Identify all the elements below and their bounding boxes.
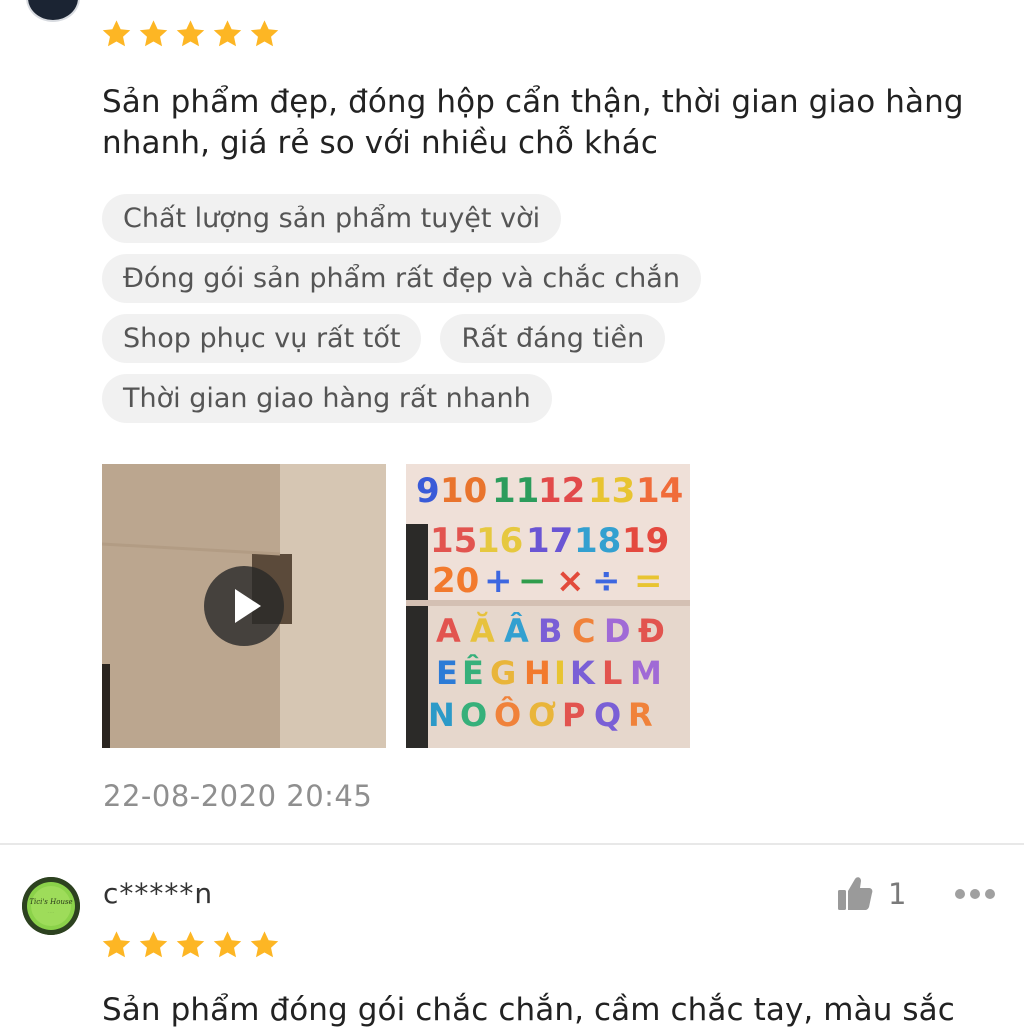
- svg-text:Â: Â: [504, 612, 529, 650]
- svg-text:÷: ÷: [592, 561, 621, 601]
- star-icon: [139, 20, 168, 47]
- review-text: Sản phẩm đẹp, đóng hộp cẩn thận, thời gi…: [102, 84, 964, 161]
- svg-text:R: R: [628, 696, 653, 734]
- star-icon: [102, 20, 131, 47]
- rating-stars: [100, 929, 281, 961]
- svg-text:17: 17: [526, 521, 573, 561]
- svg-text:E: E: [436, 654, 458, 692]
- rating-stars: [100, 18, 281, 50]
- svg-text:Đ: Đ: [638, 612, 665, 650]
- svg-text:Ơ: Ơ: [528, 696, 556, 734]
- star-icon: [213, 931, 242, 958]
- svg-text:· · · ·: · · · ·: [48, 910, 55, 914]
- svg-text:11: 11: [492, 471, 539, 511]
- reviewer-avatar[interactable]: [26, 0, 80, 22]
- svg-text:16: 16: [476, 521, 523, 561]
- thumbs-up-icon: [838, 877, 873, 910]
- svg-text:Ô: Ô: [494, 695, 521, 734]
- star-icon: [176, 931, 205, 958]
- review-tag: Rất đáng tiền: [440, 314, 666, 363]
- star-icon: [139, 931, 168, 958]
- svg-text:K: K: [570, 654, 596, 692]
- svg-text:12: 12: [538, 471, 585, 511]
- svg-text:L: L: [602, 654, 622, 692]
- svg-text:C: C: [572, 612, 595, 650]
- svg-text:D: D: [604, 612, 631, 650]
- svg-text:Ă: Ă: [470, 612, 495, 650]
- star-icon: [250, 931, 279, 958]
- svg-text:10: 10: [440, 471, 487, 511]
- shop-logo-image: Tici's House · · · ·: [22, 877, 80, 935]
- svg-text:9: 9: [416, 471, 440, 511]
- svg-text:15: 15: [430, 521, 477, 561]
- like-count: 1: [888, 877, 907, 911]
- review-tag: Thời gian giao hàng rất nhanh: [102, 374, 552, 423]
- review-tag: Chất lượng sản phẩm tuyệt vời: [102, 194, 562, 243]
- review-media: 9 10 11 12 13 14 15 16 17 18 19 20 + − ×…: [102, 464, 690, 748]
- review-tags: Chất lượng sản phẩm tuyệt vời Đóng gói s…: [102, 194, 1002, 434]
- svg-text:×: ×: [556, 561, 585, 601]
- reviewer-avatar[interactable]: Tici's House · · · ·: [22, 877, 80, 935]
- svg-text:18: 18: [574, 521, 621, 561]
- review-tag: Shop phục vụ rất tốt: [102, 314, 422, 363]
- star-icon: [176, 20, 205, 47]
- reviewer-username[interactable]: c*****n: [103, 877, 213, 910]
- svg-text:20: 20: [432, 561, 479, 601]
- review-divider: [0, 843, 1024, 845]
- like-button[interactable]: 1: [836, 876, 906, 912]
- review-photo-thumbnail[interactable]: 9 10 11 12 13 14 15 16 17 18 19 20 + − ×…: [406, 464, 690, 748]
- svg-text:=: =: [634, 561, 663, 601]
- svg-text:G: G: [490, 654, 516, 692]
- svg-text:Ê: Ê: [462, 654, 484, 692]
- star-icon: [102, 931, 131, 958]
- svg-text:+: +: [484, 561, 513, 601]
- review-tag: Đóng gói sản phẩm rất đẹp và chắc chắn: [102, 254, 701, 303]
- svg-text:N: N: [428, 696, 455, 734]
- svg-text:O: O: [460, 696, 487, 734]
- svg-text:H: H: [524, 654, 551, 692]
- svg-text:Q: Q: [594, 696, 621, 734]
- svg-text:A: A: [436, 612, 461, 650]
- more-options-button[interactable]: [954, 886, 996, 906]
- review-timestamp: 22-08-2020 20:45: [103, 779, 373, 813]
- svg-text:I: I: [554, 654, 566, 692]
- svg-text:B: B: [538, 612, 562, 650]
- svg-text:13: 13: [588, 471, 635, 511]
- svg-text:P: P: [562, 696, 585, 734]
- play-button[interactable]: [204, 566, 284, 646]
- svg-text:14: 14: [636, 471, 683, 511]
- svg-text:19: 19: [622, 521, 669, 561]
- more-icon: [955, 889, 995, 899]
- star-icon: [250, 20, 279, 47]
- svg-text:Tici's House: Tici's House: [29, 898, 72, 906]
- star-icon: [213, 20, 242, 47]
- play-icon: [235, 589, 261, 623]
- product-photo-image: 9 10 11 12 13 14 15 16 17 18 19 20 + − ×…: [406, 464, 690, 748]
- svg-text:−: −: [518, 561, 547, 601]
- review-text: Sản phẩm đóng gói chắc chắn, cầm chắc ta…: [102, 992, 955, 1028]
- svg-text:M: M: [630, 654, 662, 692]
- review-video-thumbnail[interactable]: [102, 464, 386, 748]
